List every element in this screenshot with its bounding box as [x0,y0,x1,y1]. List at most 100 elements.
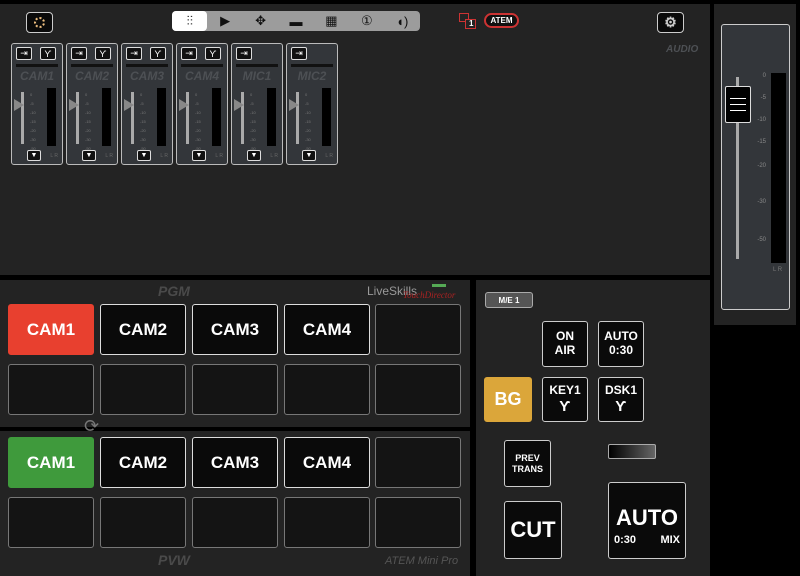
tab-number-one[interactable]: ① [349,11,384,31]
scale-label: -50 [757,237,766,243]
on-air-button[interactable]: ON AIR [542,321,588,367]
pvw-label: PVW [158,552,190,568]
chevron-down-icon[interactable]: ▼ [302,150,316,161]
key-icon: Ƴ [559,397,571,415]
tab-multiview[interactable]: ▦ [314,11,349,31]
channel-name: CAM4 [184,69,219,83]
audio-icon: ◖) [396,13,409,29]
pgm-button-empty[interactable] [375,304,461,355]
pgm-button-cam2[interactable]: CAM2 [100,304,186,355]
tab-monitor[interactable]: ▬ [278,11,313,31]
afv-icon[interactable]: Ƴ [40,47,56,60]
pvw-button-cam1[interactable]: CAM1 [8,437,94,488]
master-lr: L R [773,267,783,273]
pgm-button-empty[interactable] [8,364,94,415]
monitor-icon: ▬ [289,13,303,29]
audio-channel-strip: ⇥ MIC2 0 -5 -10 -15 -20 -30 -50 ▼ L R [286,43,338,165]
pvw-button-empty[interactable] [284,497,370,548]
level-bar [126,64,168,67]
mixer-sliders-icon: ⫶⫶ [186,13,193,28]
lr-label: L R [105,153,113,159]
dsk1-button[interactable]: DSK1 Ƴ [598,377,644,422]
settings-button[interactable]: ⚙ [657,12,684,33]
pvw-button-cam3[interactable]: CAM3 [192,437,278,488]
pvw-button-empty[interactable] [375,437,461,488]
lr-label: L R [215,153,223,159]
pgm-button-empty[interactable] [284,364,370,415]
pvw-button-cam2[interactable]: CAM2 [100,437,186,488]
lr-label: L R [325,153,333,159]
pgm-label: PGM [158,283,190,299]
pgm-button-empty[interactable] [375,364,461,415]
audio-channel-strip: ⇥ Ƴ CAM2 0 -5 -10 -15 -20 -30 -50 ▼ L R [66,43,118,165]
device-name: ATEM Mini Pro [385,555,459,567]
scale-label: -20 [757,163,766,169]
lr-label: L R [270,153,278,159]
tab-audio[interactable]: ◖) [385,11,420,31]
pvw-button-empty[interactable] [192,497,278,548]
fader-knob[interactable] [234,99,244,111]
input-icon[interactable]: ⇥ [291,47,307,60]
input-icon[interactable]: ⇥ [126,47,142,60]
pvw-button-empty[interactable] [100,497,186,548]
input-icon[interactable]: ⇥ [181,47,197,60]
pgm-button-cam4[interactable]: CAM4 [284,304,370,355]
level-meter [102,88,111,146]
channel-name: CAM2 [74,69,109,83]
chevron-down-icon[interactable]: ▼ [247,150,261,161]
channel-name: CAM1 [19,69,54,83]
fader-scale: 0 -5 -10 -15 -20 -30 -50 [30,92,36,151]
input-icon[interactable]: ⇥ [71,47,87,60]
swap-icon[interactable]: ⟳ [84,416,99,437]
input-icon[interactable]: ⇥ [16,47,32,60]
key1-button[interactable]: KEY1 Ƴ [542,377,588,422]
auto-rate-button[interactable]: AUTO 0:30 [598,321,644,367]
master-fader-knob[interactable] [725,86,751,124]
pgm-button-cam3[interactable]: CAM3 [192,304,278,355]
layer-badge: 1 [469,19,474,28]
prev-trans-button[interactable]: PREV TRANS [504,440,551,487]
bg-button[interactable]: BG [484,377,532,422]
chevron-down-icon[interactable]: ▼ [137,150,151,161]
fader-knob[interactable] [289,99,299,111]
afv-icon[interactable]: Ƴ [95,47,111,60]
play-icon: ▶ [220,13,231,28]
ring-settings-button[interactable] [26,12,53,33]
fader-knob[interactable] [69,99,79,111]
me-button[interactable]: M/E 1 [485,292,533,308]
device-badge[interactable]: ATEM [484,13,519,28]
auto-button[interactable]: AUTO 0:30 MIX [608,482,686,559]
level-bar [181,64,223,67]
fader-scale: 0 -5 -10 -15 -20 -30 -50 [305,92,311,151]
tab-move[interactable]: ✥ [243,11,278,31]
level-bar [236,64,278,67]
fader-knob[interactable] [179,99,189,111]
cut-button[interactable]: CUT [504,501,562,559]
gear-icon: ⚙ [664,14,677,31]
afv-icon[interactable]: Ƴ [150,47,166,60]
pgm-button-cam1[interactable]: CAM1 [8,304,94,355]
tab-play[interactable]: ▶ [207,11,242,31]
gear-ring-icon [34,17,45,28]
tab-mixer-sliders[interactable]: ⫶⫶ [172,11,208,31]
t-bar-slider[interactable] [608,444,656,459]
brand-logo: LiveSkills TouchDirector [367,284,456,300]
pgm-button-empty[interactable] [192,364,278,415]
chevron-down-icon[interactable]: ▼ [27,150,41,161]
audio-channel-strip: ⇥ MIC1 0 -5 -10 -15 -20 -30 -50 ▼ L R [231,43,283,165]
chevron-down-icon[interactable]: ▼ [192,150,206,161]
input-icon[interactable]: ⇥ [236,47,252,60]
level-meter [322,88,331,146]
pvw-button-empty[interactable] [8,497,94,548]
fader-knob[interactable] [124,99,134,111]
fader-scale: 0 -5 -10 -15 -20 -30 -50 [140,92,146,151]
pvw-button-cam4[interactable]: CAM4 [284,437,370,488]
fader-knob[interactable] [14,99,24,111]
layer-icon: 1 [459,13,477,29]
scale-label: -30 [757,199,766,205]
afv-icon[interactable]: Ƴ [205,47,221,60]
chevron-down-icon[interactable]: ▼ [82,150,96,161]
pgm-button-empty[interactable] [100,364,186,415]
number-one-icon: ① [360,13,373,28]
pvw-button-empty[interactable] [375,497,461,548]
